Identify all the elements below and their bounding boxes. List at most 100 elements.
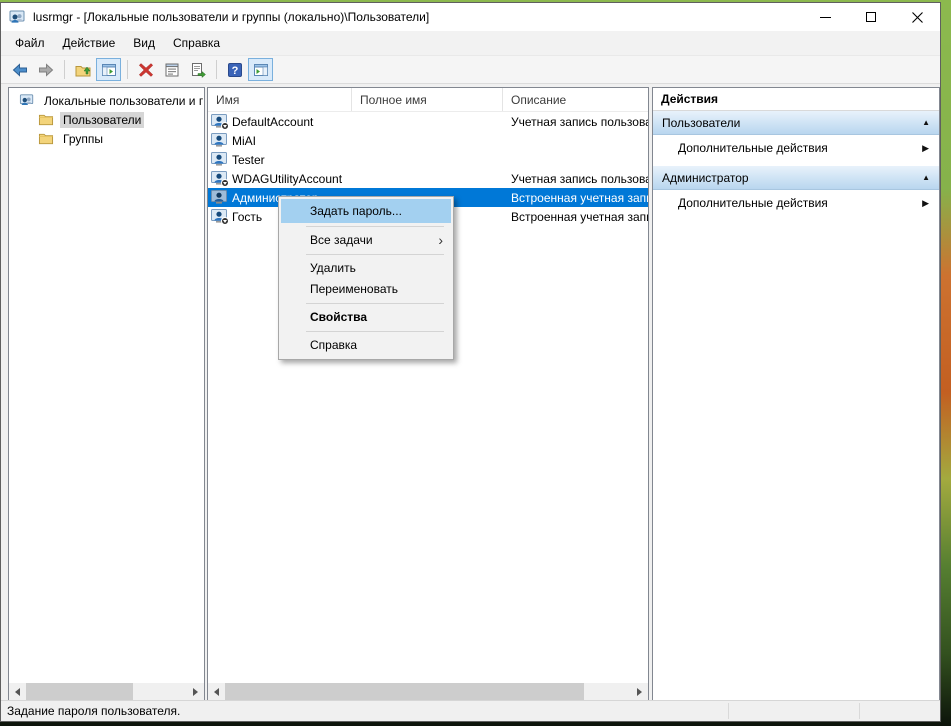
user-name: MiAI bbox=[232, 134, 256, 148]
tree: Локальные пользователи и гру Пользовател… bbox=[9, 88, 204, 148]
more-actions-label: Дополнительные действия bbox=[678, 196, 828, 210]
context-menu-all-tasks[interactable]: Все задачи › bbox=[279, 230, 453, 251]
disabled-badge-icon bbox=[221, 217, 229, 225]
submenu-arrow-icon: ▶ bbox=[922, 143, 929, 154]
minimize-button[interactable] bbox=[802, 3, 848, 31]
window-title: lusrmgr - [Локальные пользователи и груп… bbox=[33, 10, 429, 24]
minimize-icon bbox=[820, 17, 831, 18]
titlebar: lusrmgr - [Локальные пользователи и груп… bbox=[1, 3, 940, 31]
scrollbar-thumb[interactable] bbox=[225, 683, 584, 700]
scroll-left-icon bbox=[15, 688, 20, 696]
user-name: Гость bbox=[232, 210, 262, 224]
user-disabled-icon bbox=[211, 171, 227, 186]
scroll-right-icon bbox=[637, 688, 642, 696]
up-one-level-button[interactable] bbox=[70, 58, 95, 81]
user-full-name bbox=[352, 112, 503, 131]
folder-icon bbox=[38, 131, 54, 146]
toolbar-separator bbox=[64, 60, 65, 79]
user-row-tester[interactable]: Tester bbox=[208, 150, 648, 169]
actions-pane: Действия Пользователи ▲ Дополнительные д… bbox=[652, 87, 940, 701]
scroll-right-icon bbox=[193, 688, 198, 696]
delete-button[interactable] bbox=[133, 58, 158, 81]
user-full-name bbox=[352, 169, 503, 188]
user-description: Встроенная учетная запис bbox=[503, 188, 648, 207]
actions-section-users[interactable]: Пользователи ▲ bbox=[653, 111, 939, 135]
menu-separator bbox=[306, 254, 444, 255]
tree-item-groups[interactable]: Группы bbox=[9, 129, 204, 148]
list-horizontal-scrollbar[interactable] bbox=[208, 683, 648, 700]
menu-action[interactable]: Действие bbox=[54, 32, 125, 54]
actions-item-more-actions-users[interactable]: Дополнительные действия ▶ bbox=[653, 135, 939, 161]
collapse-icon[interactable]: ▲ bbox=[922, 173, 930, 182]
tree-root-local-users-groups[interactable]: Локальные пользователи и гру bbox=[9, 91, 204, 110]
context-menu-delete[interactable]: Удалить bbox=[279, 258, 453, 279]
close-button[interactable] bbox=[894, 3, 940, 31]
maximize-icon bbox=[866, 12, 876, 22]
scroll-right-button[interactable] bbox=[187, 683, 204, 700]
show-action-pane-button[interactable] bbox=[248, 58, 273, 81]
user-icon bbox=[211, 190, 227, 205]
toolbar: ? bbox=[1, 56, 940, 84]
show-console-tree-button[interactable] bbox=[96, 58, 121, 81]
help-icon: ? bbox=[227, 62, 243, 78]
menu-separator bbox=[306, 226, 444, 227]
actions-item-more-actions-administrator[interactable]: Дополнительные действия ▶ bbox=[653, 190, 939, 216]
back-button[interactable] bbox=[7, 58, 32, 81]
user-disabled-icon bbox=[211, 114, 227, 129]
up-folder-icon bbox=[75, 62, 91, 78]
user-list-pane: Имя Полное имя Описание DefaultAccount У… bbox=[207, 87, 649, 701]
column-header-full-name[interactable]: Полное имя bbox=[352, 88, 503, 111]
menu-view[interactable]: Вид bbox=[124, 32, 164, 54]
more-actions-label: Дополнительные действия bbox=[678, 141, 828, 155]
user-icon bbox=[211, 152, 227, 167]
context-menu-rename[interactable]: Переименовать bbox=[279, 279, 453, 300]
tree-horizontal-scrollbar[interactable] bbox=[9, 683, 204, 700]
help-button[interactable]: ? bbox=[222, 58, 247, 81]
user-full-name bbox=[352, 150, 503, 169]
scroll-left-button[interactable] bbox=[208, 683, 225, 700]
scroll-left-icon bbox=[214, 688, 219, 696]
user-description: Учетная запись пользоват bbox=[503, 169, 648, 188]
column-header-name[interactable]: Имя bbox=[208, 88, 352, 111]
context-menu-properties[interactable]: Свойства bbox=[279, 307, 453, 328]
user-row-wdagutilityaccount[interactable]: WDAGUtilityAccount Учетная запись пользо… bbox=[208, 169, 648, 188]
collapse-icon[interactable]: ▲ bbox=[922, 118, 930, 127]
user-full-name bbox=[352, 131, 503, 150]
submenu-arrow-icon: ▶ bbox=[922, 198, 929, 209]
scroll-left-button[interactable] bbox=[9, 683, 26, 700]
scroll-right-button[interactable] bbox=[631, 683, 648, 700]
svg-text:?: ? bbox=[231, 65, 238, 77]
menu-help[interactable]: Справка bbox=[164, 32, 229, 54]
context-menu-set-password[interactable]: Задать пароль... bbox=[281, 199, 451, 223]
actions-section-administrator[interactable]: Администратор ▲ bbox=[653, 166, 939, 190]
user-row-miai[interactable]: MiAI bbox=[208, 131, 648, 150]
app-window: lusrmgr - [Локальные пользователи и груп… bbox=[0, 2, 941, 722]
statusbar-divider bbox=[728, 703, 729, 719]
tree-root-label: Локальные пользователи и гру bbox=[41, 93, 204, 109]
tree-item-users[interactable]: Пользователи bbox=[9, 110, 204, 129]
actions-section-administrator-label: Администратор bbox=[662, 171, 749, 185]
maximize-button[interactable] bbox=[848, 3, 894, 31]
user-row-defaultaccount[interactable]: DefaultAccount Учетная запись пользоват bbox=[208, 112, 648, 131]
user-name: Tester bbox=[232, 153, 265, 167]
statusbar-divider bbox=[859, 703, 860, 719]
column-header-description[interactable]: Описание bbox=[503, 88, 648, 111]
user-name: WDAGUtilityAccount bbox=[232, 172, 342, 186]
properties-button[interactable] bbox=[159, 58, 184, 81]
scrollbar-thumb[interactable] bbox=[26, 683, 133, 700]
list-header: Имя Полное имя Описание bbox=[208, 88, 648, 112]
context-menu: Задать пароль... Все задачи › Удалить Пе… bbox=[278, 196, 454, 360]
user-name: DefaultAccount bbox=[232, 115, 313, 129]
menu-separator bbox=[306, 331, 444, 332]
close-icon bbox=[912, 12, 923, 23]
user-disabled-icon bbox=[211, 209, 227, 224]
context-menu-help[interactable]: Справка bbox=[279, 335, 453, 356]
scrollbar-track[interactable] bbox=[26, 683, 187, 700]
export-list-button[interactable] bbox=[185, 58, 210, 81]
user-description: Учетная запись пользоват bbox=[503, 112, 648, 131]
scrollbar-track[interactable] bbox=[225, 683, 631, 700]
forward-button[interactable] bbox=[33, 58, 58, 81]
menu-file[interactable]: Файл bbox=[6, 32, 54, 54]
toolbar-separator bbox=[216, 60, 217, 79]
submenu-chevron-icon: › bbox=[438, 230, 443, 251]
